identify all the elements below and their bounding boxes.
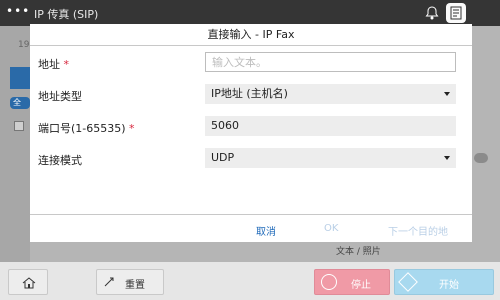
app-title: IP 传真 (SIP) [34,8,99,21]
start-icon [398,272,418,292]
reset-label: 重置 [125,280,145,291]
port-value: 5060 [211,119,239,132]
port-label-text: 端口号(1-65535) [38,122,126,135]
connection-mode-value: UDP [211,151,235,164]
address-placeholder: 输入文本。 [212,56,267,69]
address-label: 地址 * [38,56,69,72]
background-pill: 全 [10,97,30,109]
stop-button[interactable]: 停止 [314,269,390,295]
connection-mode-select[interactable]: UDP [205,148,456,168]
port-field[interactable]: 5060 [205,116,456,136]
reset-button[interactable]: 重置 [96,269,164,295]
left-panel [0,26,30,262]
address-type-value: IP地址 (主机名) [211,87,288,100]
chevron-down-icon [444,156,450,160]
direct-input-dialog: 直接输入 - IP Fax 地址 * 输入文本。 地址类型 IP地址 (主机名)… [30,24,472,242]
background-toggle [474,153,488,163]
required-marker: * [63,58,70,71]
dialog-footer: 取消 OK 下一个目的地 [30,214,472,242]
background-checkbox [14,121,24,131]
port-label: 端口号(1-65535) * [38,120,135,136]
address-input[interactable]: 输入文本。 [205,52,456,72]
chevron-down-icon [444,92,450,96]
cancel-button[interactable]: 取消 [256,223,276,238]
background-number: 19 [18,40,30,50]
ellipsis-icon[interactable]: ••• [6,4,30,18]
start-label: 开始 [439,280,459,291]
connection-mode-label: 连接模式 [38,154,82,167]
home-button[interactable] [8,269,48,295]
reset-icon [104,277,114,287]
home-icon [22,277,36,289]
background-blue-button [10,67,30,89]
required-marker: * [129,122,135,135]
top-bar: ••• IP 传真 (SIP) [0,0,500,26]
address-type-label: 地址类型 [38,90,82,103]
start-button[interactable]: 开始 [394,269,494,295]
stop-label: 停止 [351,280,371,291]
dialog-title: 直接输入 - IP Fax [30,24,472,46]
task-icon[interactable] [446,3,466,23]
bell-icon[interactable] [422,3,442,23]
background-doc-text: 文本 / 照片 [336,247,381,257]
stop-icon [321,274,337,290]
bottom-bar: 重置 停止 开始 [0,262,500,300]
address-label-text: 地址 [38,58,60,71]
address-type-select[interactable]: IP地址 (主机名) [205,84,456,104]
ok-button[interactable]: OK [324,223,338,234]
next-destination-button[interactable]: 下一个目的地 [388,223,448,238]
